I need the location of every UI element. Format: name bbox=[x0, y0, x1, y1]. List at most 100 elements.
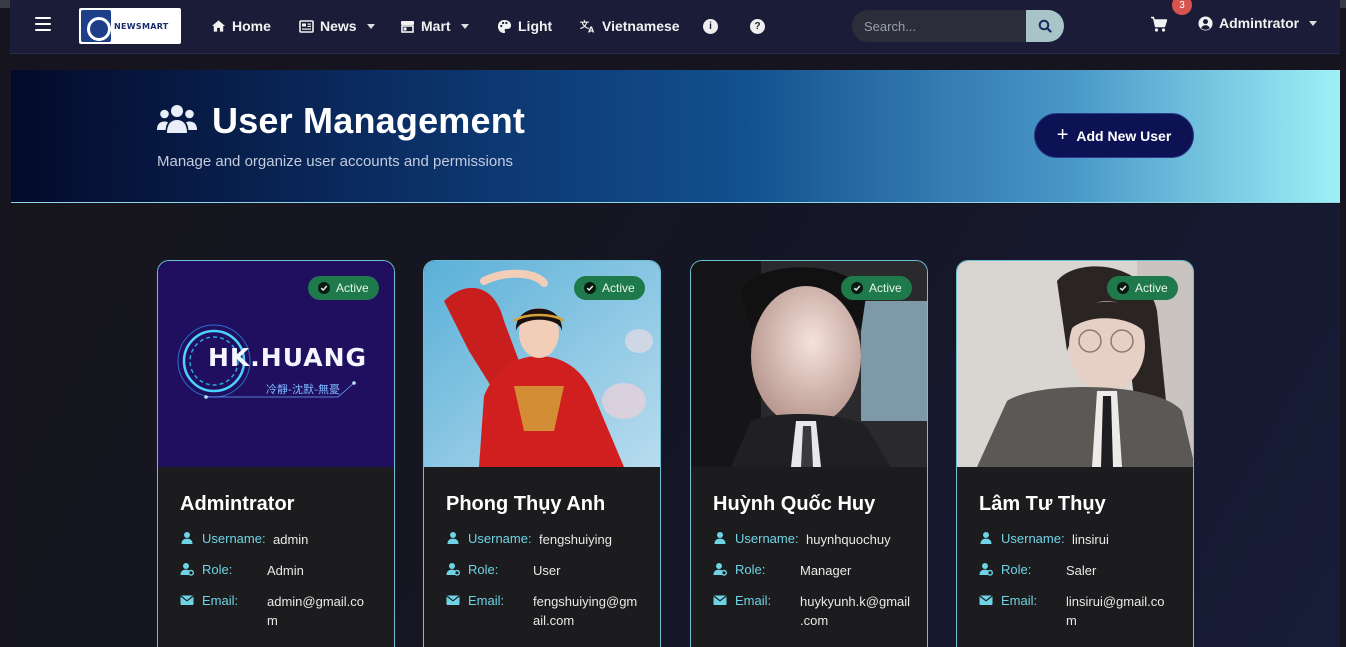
username-label: Username: bbox=[735, 531, 799, 546]
role-value: Manager bbox=[800, 563, 852, 578]
username-value: admin bbox=[273, 532, 309, 547]
email-value: admin@gmail.co m bbox=[267, 594, 365, 628]
role-label: Role: bbox=[202, 562, 233, 577]
role-value: Saler bbox=[1066, 563, 1097, 578]
chevron-down-icon bbox=[1309, 20, 1318, 26]
search-button[interactable] bbox=[1026, 10, 1064, 42]
role-row: Role: Saler bbox=[979, 562, 1096, 578]
status-badge: Active bbox=[841, 276, 912, 300]
user-card[interactable]: Active Lâm Tư Thụy Username: linsirui Ro… bbox=[956, 260, 1194, 647]
nav-help[interactable]: ? bbox=[750, 15, 765, 37]
email-value: huykyunh.k@gmail .com bbox=[800, 594, 911, 628]
language-icon: 文A bbox=[580, 19, 596, 33]
user-cog-icon bbox=[979, 563, 993, 576]
check-circle-icon bbox=[1117, 282, 1129, 294]
role-row: Role: Manager bbox=[713, 562, 851, 578]
role-label: Role: bbox=[735, 562, 766, 577]
envelope-icon bbox=[979, 595, 993, 605]
store-icon bbox=[400, 20, 415, 33]
status-badge: Active bbox=[574, 276, 645, 300]
cart-button[interactable] bbox=[1150, 16, 1170, 36]
email-label: Email: bbox=[468, 593, 505, 608]
nav-theme-light[interactable]: Light bbox=[497, 15, 552, 37]
role-row: Role: Admin bbox=[180, 562, 304, 578]
email-label: Email: bbox=[1001, 593, 1038, 608]
menu-toggle-icon[interactable] bbox=[35, 17, 51, 31]
email-value: linsirui@gmail.co m bbox=[1066, 594, 1165, 628]
email-row: Email: fengshuiying@gm ail.com bbox=[446, 593, 637, 628]
nav-language[interactable]: 文A Vietnamese bbox=[580, 15, 680, 37]
nav-news[interactable]: News bbox=[299, 15, 375, 37]
chevron-down-icon bbox=[366, 23, 375, 29]
site-logo[interactable]: NEWSMART bbox=[79, 8, 181, 44]
nav-mart[interactable]: Mart bbox=[400, 15, 469, 37]
username-row: Username: huynhquochuy bbox=[713, 531, 891, 547]
search-form bbox=[852, 10, 1064, 42]
cart-icon bbox=[1151, 16, 1168, 32]
user-card[interactable]: Active Phong Thụy Anh Username: fengshui… bbox=[423, 260, 661, 647]
nav-home[interactable]: Home bbox=[211, 15, 271, 37]
user-icon bbox=[447, 532, 459, 544]
username-row: Username: fengshuiying bbox=[446, 531, 612, 547]
user-name: Lâm Tư Thụy bbox=[979, 493, 1106, 515]
chevron-down-icon bbox=[460, 23, 469, 29]
user-name: Admintrator bbox=[180, 493, 295, 515]
home-icon bbox=[211, 19, 226, 33]
top-navbar: NEWSMART Home News Mart Light 文A Vietnam… bbox=[10, 0, 1340, 54]
envelope-icon bbox=[713, 595, 727, 605]
logo-text: HK.HUANG bbox=[208, 343, 368, 372]
nav-home-label: Home bbox=[232, 18, 271, 34]
nav-news-label: News bbox=[320, 18, 357, 34]
question-icon: ? bbox=[750, 18, 765, 34]
user-icon bbox=[980, 532, 992, 544]
status-label: Active bbox=[869, 281, 902, 295]
page-title: User Management bbox=[212, 100, 526, 141]
nav-mart-label: Mart bbox=[421, 18, 451, 34]
add-new-user-button[interactable]: + Add New User bbox=[1034, 113, 1194, 158]
email-label: Email: bbox=[735, 593, 772, 608]
role-label: Role: bbox=[1001, 562, 1032, 577]
add-new-user-label: Add New User bbox=[1076, 127, 1172, 144]
user-cog-icon bbox=[180, 563, 194, 576]
user-icon bbox=[181, 532, 193, 544]
page-header: User Management Manage and organize user… bbox=[11, 70, 1340, 203]
email-row: Email: linsirui@gmail.co m bbox=[979, 593, 1164, 628]
username-value: fengshuiying bbox=[539, 532, 612, 547]
user-cog-icon bbox=[713, 563, 727, 576]
logo-subtext: 冷靜-沈默-無憂 bbox=[266, 383, 340, 396]
username-row: Username: admin bbox=[180, 531, 308, 547]
user-name: Huỳnh Quốc Huy bbox=[713, 493, 876, 515]
status-label: Active bbox=[1135, 281, 1168, 295]
info-icon: i bbox=[703, 18, 718, 34]
logo-mark-icon bbox=[81, 10, 111, 42]
palette-icon bbox=[497, 19, 512, 34]
cart-count-badge: 3 bbox=[1172, 0, 1192, 15]
email-label: Email: bbox=[202, 593, 239, 608]
logo-wordmark: NEWSMART bbox=[114, 21, 169, 31]
search-input[interactable] bbox=[852, 10, 1026, 42]
username-row: Username: linsirui bbox=[979, 531, 1109, 547]
user-name: Phong Thụy Anh bbox=[446, 493, 606, 515]
user-card[interactable]: HK.HUANG 冷靜-沈默-無憂 Active Admintrator Use… bbox=[157, 260, 395, 647]
account-menu[interactable]: Admintrator bbox=[1198, 15, 1318, 31]
page-subtitle: Manage and organize user accounts and pe… bbox=[157, 153, 514, 170]
check-circle-icon bbox=[318, 282, 330, 294]
user-card[interactable]: Active Huỳnh Quốc Huy Username: huynhquo… bbox=[690, 260, 928, 647]
email-value: fengshuiying@gm ail.com bbox=[533, 594, 638, 628]
check-circle-icon bbox=[584, 282, 596, 294]
user-icon bbox=[714, 532, 726, 544]
users-icon bbox=[157, 105, 197, 133]
email-row: Email: admin@gmail.co m bbox=[180, 593, 364, 628]
nav-info[interactable]: i bbox=[703, 15, 718, 37]
nav-language-label: Vietnamese bbox=[602, 18, 680, 34]
envelope-icon bbox=[180, 595, 194, 605]
email-row: Email: huykyunh.k@gmail .com bbox=[713, 593, 910, 628]
user-cog-icon bbox=[446, 563, 460, 576]
username-value: linsirui bbox=[1072, 532, 1109, 547]
role-label: Role: bbox=[468, 562, 499, 577]
status-badge: Active bbox=[308, 276, 379, 300]
user-circle-icon bbox=[1198, 15, 1213, 31]
role-value: Admin bbox=[267, 563, 304, 578]
plus-icon: + bbox=[1056, 123, 1069, 146]
username-value: huynhquochuy bbox=[806, 532, 891, 547]
